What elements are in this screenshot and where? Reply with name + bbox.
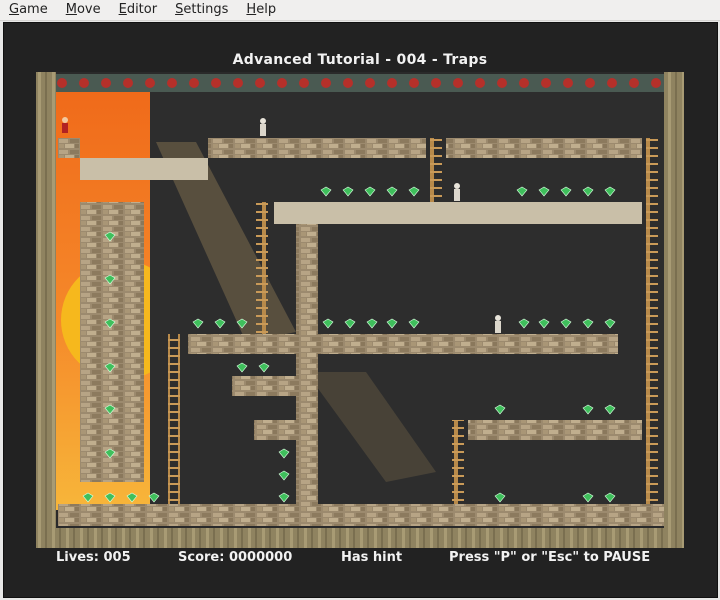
frieze-ornament bbox=[211, 78, 221, 88]
frieze-ornament bbox=[255, 78, 265, 88]
frieze-ornament bbox=[79, 78, 89, 88]
frieze-ornament bbox=[475, 78, 485, 88]
right-pillar bbox=[664, 72, 684, 548]
frieze-ornament bbox=[145, 78, 155, 88]
level-title: Advanced Tutorial - 004 - Traps bbox=[232, 52, 488, 68]
frieze-ornament bbox=[497, 78, 507, 88]
brick-platform bbox=[232, 376, 318, 396]
ladder bbox=[452, 420, 464, 504]
skeleton-enemy-icon bbox=[454, 183, 460, 201]
frieze-ornament bbox=[651, 78, 661, 88]
ladder bbox=[256, 202, 268, 334]
frieze-ornament bbox=[189, 78, 199, 88]
frieze-ornament bbox=[167, 78, 177, 88]
menu-move[interactable]: Move bbox=[57, 0, 110, 20]
score-counter: Score: 0000000 bbox=[178, 550, 293, 565]
frieze-ornament bbox=[607, 78, 617, 88]
brick-column bbox=[296, 224, 318, 504]
stone-block-row bbox=[80, 158, 208, 180]
hero-icon bbox=[62, 117, 68, 133]
pause-hint: Press "P" or "Esc" to PAUSE bbox=[449, 550, 651, 565]
skeleton-enemy-icon bbox=[495, 315, 501, 333]
frieze-ornament bbox=[277, 78, 287, 88]
game-board[interactable] bbox=[36, 72, 684, 548]
frieze-ornament bbox=[585, 78, 595, 88]
stone-block-row bbox=[274, 202, 642, 224]
frieze-ornament bbox=[541, 78, 551, 88]
menu-editor[interactable]: Editor bbox=[110, 0, 166, 20]
brick-column bbox=[80, 202, 144, 482]
frieze-ornament bbox=[387, 78, 397, 88]
frieze-ornament bbox=[321, 78, 331, 88]
bottom-frieze bbox=[36, 528, 684, 548]
frieze-ornament bbox=[431, 78, 441, 88]
brick-platform bbox=[58, 138, 80, 158]
status-bar: Lives: 005 Score: 0000000 Has hint Press… bbox=[0, 550, 720, 568]
skeleton-enemy-icon bbox=[260, 118, 266, 136]
frieze-ornament bbox=[233, 78, 243, 88]
frieze-ornament bbox=[101, 78, 111, 88]
frieze-ornament bbox=[365, 78, 375, 88]
brick-floor bbox=[58, 504, 664, 526]
lives-counter: Lives: 005 bbox=[56, 550, 131, 565]
hint-indicator: Has hint bbox=[341, 550, 403, 565]
brick-platform bbox=[254, 420, 318, 440]
brick-platform bbox=[208, 138, 426, 158]
frieze-ornament bbox=[519, 78, 529, 88]
menu-game[interactable]: Game bbox=[0, 0, 57, 20]
frieze-ornament bbox=[629, 78, 639, 88]
ladder bbox=[168, 334, 180, 504]
menu-bar: Game Move Editor Settings Help bbox=[0, 0, 720, 21]
frieze-ornament bbox=[563, 78, 573, 88]
menu-settings[interactable]: Settings bbox=[166, 0, 237, 20]
brick-platform bbox=[188, 334, 618, 354]
left-pillar bbox=[36, 72, 56, 548]
frieze-ornament bbox=[299, 78, 309, 88]
frieze-ornament bbox=[409, 78, 419, 88]
brick-platform bbox=[468, 420, 642, 440]
ladder bbox=[430, 138, 442, 202]
frieze-ornament bbox=[453, 78, 463, 88]
menu-help[interactable]: Help bbox=[237, 0, 285, 20]
frieze-ornament bbox=[123, 78, 133, 88]
frieze-ornament bbox=[57, 78, 67, 88]
brick-platform bbox=[446, 138, 642, 158]
ladder bbox=[646, 138, 658, 504]
frieze-ornament bbox=[343, 78, 353, 88]
